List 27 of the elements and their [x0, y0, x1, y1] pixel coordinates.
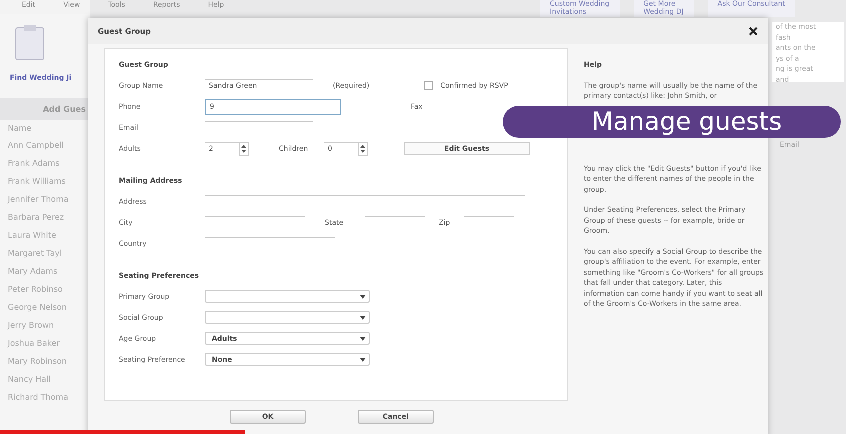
guest-name[interactable]: Nancy Hall [0, 371, 90, 389]
guest-name[interactable]: Jerry Brown [0, 317, 90, 335]
guest-name[interactable]: Margaret Tayl [0, 245, 90, 263]
guest-name[interactable]: Ann Campbell [0, 137, 90, 155]
caret-icon[interactable] [360, 358, 366, 362]
guest-name[interactable]: Frank Williams [0, 173, 90, 191]
add-guest-button[interactable]: Add Gues [0, 98, 88, 120]
guest-name[interactable]: Mary Adams [0, 263, 90, 281]
guest-name[interactable]: Richard Thoma [0, 389, 90, 407]
caret-icon[interactable] [360, 294, 366, 298]
guest-name[interactable]: Laura White [0, 227, 90, 245]
video-progress[interactable] [0, 430, 246, 434]
guest-name[interactable]: Joshua Baker [0, 335, 90, 353]
guest-name[interactable]: Jennifer Thoma [0, 191, 90, 209]
caret-icon[interactable] [360, 316, 366, 320]
guest-name[interactable]: Barbara Perez [0, 209, 90, 227]
close-icon[interactable] [749, 26, 758, 36]
checkbox[interactable] [424, 81, 433, 90]
guest-name[interactable]: Frank Adams [0, 155, 90, 173]
guest-name[interactable]: George Nelson [0, 299, 90, 317]
spinner-icon[interactable] [239, 142, 249, 156]
column-header: Name [7, 123, 33, 135]
spinner-icon[interactable] [358, 142, 368, 156]
caret-icon[interactable] [360, 336, 366, 340]
guest-name[interactable]: Mary Robinson [0, 353, 90, 371]
guest-name[interactable]: Peter Robinso [0, 281, 90, 299]
caption-banner: Manage guests [503, 106, 841, 138]
